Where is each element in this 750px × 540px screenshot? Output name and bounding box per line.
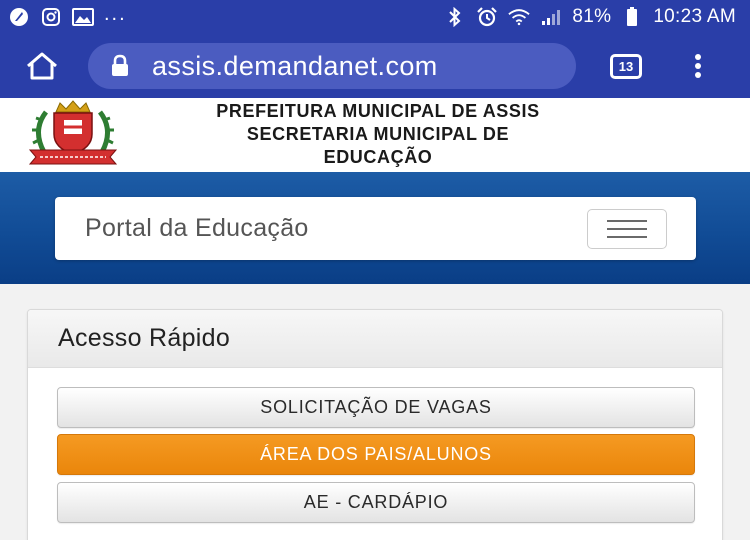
instagram-icon xyxy=(40,7,62,27)
navbar-toggle-button[interactable] xyxy=(587,209,667,249)
hamburger-icon-bar xyxy=(607,236,647,238)
navbar: Portal da Educação xyxy=(55,197,696,260)
home-icon xyxy=(27,52,57,80)
address-bar[interactable]: assis.demandanet.com xyxy=(88,43,576,89)
blue-banner: Portal da Educação xyxy=(0,172,750,284)
status-bar: ... 81% 10:23 AM xyxy=(0,0,750,34)
quick-access-panel: Acesso Rápido SOLICITAÇÃO DE VAGAS ÁREA … xyxy=(27,309,723,540)
url-text: assis.demandanet.com xyxy=(152,50,438,81)
more-notifications: ... xyxy=(104,2,127,25)
browser-toolbar: assis.demandanet.com 13 xyxy=(0,34,750,98)
gallery-icon xyxy=(72,7,94,27)
menu-dot xyxy=(695,54,701,60)
header-title: PREFEITURA MUNICIPAL DE ASSIS SECRETARIA… xyxy=(160,100,596,169)
app-icon xyxy=(8,7,30,27)
header-title-line: EDUCAÇÃO xyxy=(323,147,433,167)
menu-dot xyxy=(695,72,701,78)
vacancy-request-button[interactable]: SOLICITAÇÃO DE VAGAS xyxy=(57,387,695,428)
hamburger-icon-bar xyxy=(607,228,647,230)
browser-menu-button[interactable] xyxy=(688,50,708,82)
home-button[interactable] xyxy=(24,50,60,82)
hamburger-icon-bar xyxy=(607,220,647,222)
panel-title: Acesso Rápido xyxy=(28,310,722,368)
lock-icon xyxy=(110,54,132,78)
battery-icon xyxy=(621,7,643,27)
signal-icon xyxy=(540,7,562,27)
navbar-brand[interactable]: Portal da Educação xyxy=(85,214,309,243)
wifi-icon xyxy=(508,7,531,27)
menu-cardapio-button[interactable]: AE - CARDÁPIO xyxy=(57,482,695,523)
status-right: 81% 10:23 AM xyxy=(444,6,736,28)
tab-switcher-button[interactable]: 13 xyxy=(610,54,642,79)
header-title-line: PREFEITURA MUNICIPAL DE ASSIS xyxy=(216,101,540,121)
parents-students-area-button[interactable]: ÁREA DOS PAIS/ALUNOS xyxy=(57,434,695,475)
bluetooth-icon xyxy=(444,7,466,27)
site-header: PREFEITURA MUNICIPAL DE ASSIS SECRETARIA… xyxy=(0,98,750,172)
clock: 10:23 AM xyxy=(653,6,736,27)
header-title-line: SECRETARIA MUNICIPAL DE xyxy=(246,124,510,144)
battery-percent: 81% xyxy=(572,6,612,27)
status-left: ... xyxy=(8,3,127,27)
city-crest-logo[interactable] xyxy=(26,100,120,168)
alarm-icon xyxy=(476,7,498,27)
menu-dot xyxy=(695,63,701,69)
